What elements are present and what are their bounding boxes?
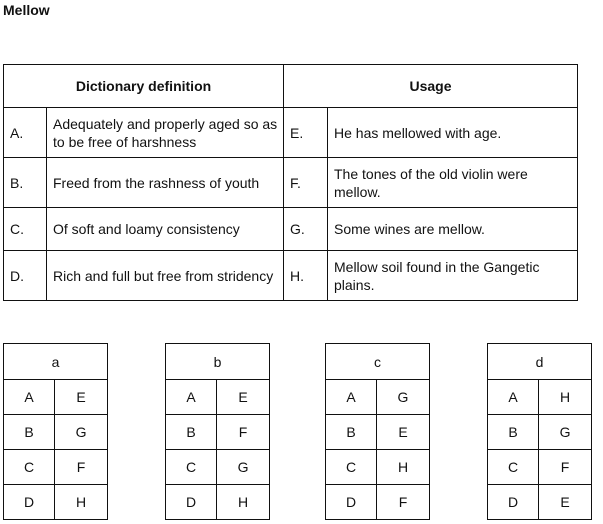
definition-text: Of soft and loamy consistency [46, 207, 284, 251]
option-pair-row: D E [487, 484, 593, 520]
definition-letter: C. [3, 207, 47, 251]
usage-text: He has mellowed with age. [327, 107, 578, 158]
option-definition-letter: A [3, 379, 55, 415]
option-usage-letter: G [537, 414, 593, 450]
definition-text: Rich and full but free from stridency [46, 250, 284, 301]
option-usage-letter: F [215, 414, 271, 450]
option-pair-row: A H [487, 379, 593, 415]
option-label: d [486, 343, 593, 380]
header-dictionary-definition: Dictionary definition [3, 64, 284, 108]
option-pair-row: D H [165, 484, 271, 520]
usage-letter: G. [283, 207, 328, 251]
page-title: Mellow [3, 2, 50, 18]
option-usage-letter: E [215, 379, 271, 415]
option-pair-row: C G [165, 449, 271, 485]
option-pair-row: B F [165, 414, 271, 450]
usage-text: The tones of the old violin were mellow. [327, 157, 578, 208]
option-table-b: b A E B F C G D H [164, 343, 271, 520]
option-pair-row: A E [3, 379, 109, 415]
option-pair-row: D H [3, 484, 109, 520]
option-definition-letter: A [165, 379, 217, 415]
option-pair-row: B G [3, 414, 109, 450]
option-usage-letter: H [537, 379, 593, 415]
option-definition-letter: A [487, 379, 539, 415]
definition-usage-table: Dictionary definition Usage A. Adequatel… [3, 64, 578, 301]
option-definition-letter: B [165, 414, 217, 450]
usage-letter: F. [283, 157, 328, 208]
option-usage-letter: F [537, 449, 593, 485]
option-usage-letter: E [53, 379, 109, 415]
option-definition-letter: C [3, 449, 55, 485]
option-pair-row: C H [325, 449, 430, 485]
definition-text: Adequately and properly aged so as to be… [46, 107, 284, 158]
option-usage-letter: G [215, 449, 271, 485]
option-definition-letter: D [3, 484, 55, 520]
option-definition-letter: C [325, 449, 377, 485]
option-pair-row: B E [325, 414, 430, 450]
table-row: A. Adequately and properly aged so as to… [3, 107, 578, 158]
option-usage-letter: E [376, 414, 430, 450]
option-pair-row: B G [487, 414, 593, 450]
usage-letter: H. [283, 250, 328, 301]
table-row: C. Of soft and loamy consistency G. Some… [3, 207, 578, 251]
option-usage-letter: E [537, 484, 593, 520]
option-definition-letter: A [325, 379, 377, 415]
option-definition-letter: C [165, 449, 217, 485]
option-label: a [2, 343, 109, 380]
usage-text: Mellow soil found in the Gangetic plains… [327, 250, 578, 301]
definition-text: Freed from the rashness of youth [46, 157, 284, 208]
option-usage-letter: G [53, 414, 109, 450]
option-definition-letter: D [165, 484, 217, 520]
option-usage-letter: F [53, 449, 109, 485]
definition-letter: D. [3, 250, 47, 301]
header-usage: Usage [283, 64, 578, 108]
option-usage-letter: H [215, 484, 271, 520]
option-definition-letter: C [487, 449, 539, 485]
option-pair-row: A G [325, 379, 430, 415]
option-table-d: d A H B G C F D E [486, 343, 593, 520]
option-usage-letter: H [53, 484, 109, 520]
option-label: b [164, 343, 271, 380]
usage-letter: E. [283, 107, 328, 158]
option-definition-letter: B [3, 414, 55, 450]
option-definition-letter: B [487, 414, 539, 450]
definition-letter: A. [3, 107, 47, 158]
option-usage-letter: G [376, 379, 430, 415]
option-usage-letter: F [376, 484, 430, 520]
usage-text: Some wines are mellow. [327, 207, 578, 251]
option-definition-letter: B [325, 414, 377, 450]
option-pair-row: D F [325, 484, 430, 520]
table-row: D. Rich and full but free from stridency… [3, 250, 578, 301]
option-definition-letter: D [325, 484, 377, 520]
option-pair-row: A E [165, 379, 271, 415]
option-definition-letter: D [487, 484, 539, 520]
definition-letter: B. [3, 157, 47, 208]
table-header-row: Dictionary definition Usage [3, 64, 578, 108]
option-pair-row: C F [487, 449, 593, 485]
option-label: c [325, 343, 430, 380]
table-row: B. Freed from the rashness of youth F. T… [3, 157, 578, 208]
option-usage-letter: H [376, 449, 430, 485]
option-table-a: a A E B G C F D H [2, 343, 109, 520]
option-table-c: c A G B E C H D F [325, 343, 430, 520]
option-pair-row: C F [3, 449, 109, 485]
